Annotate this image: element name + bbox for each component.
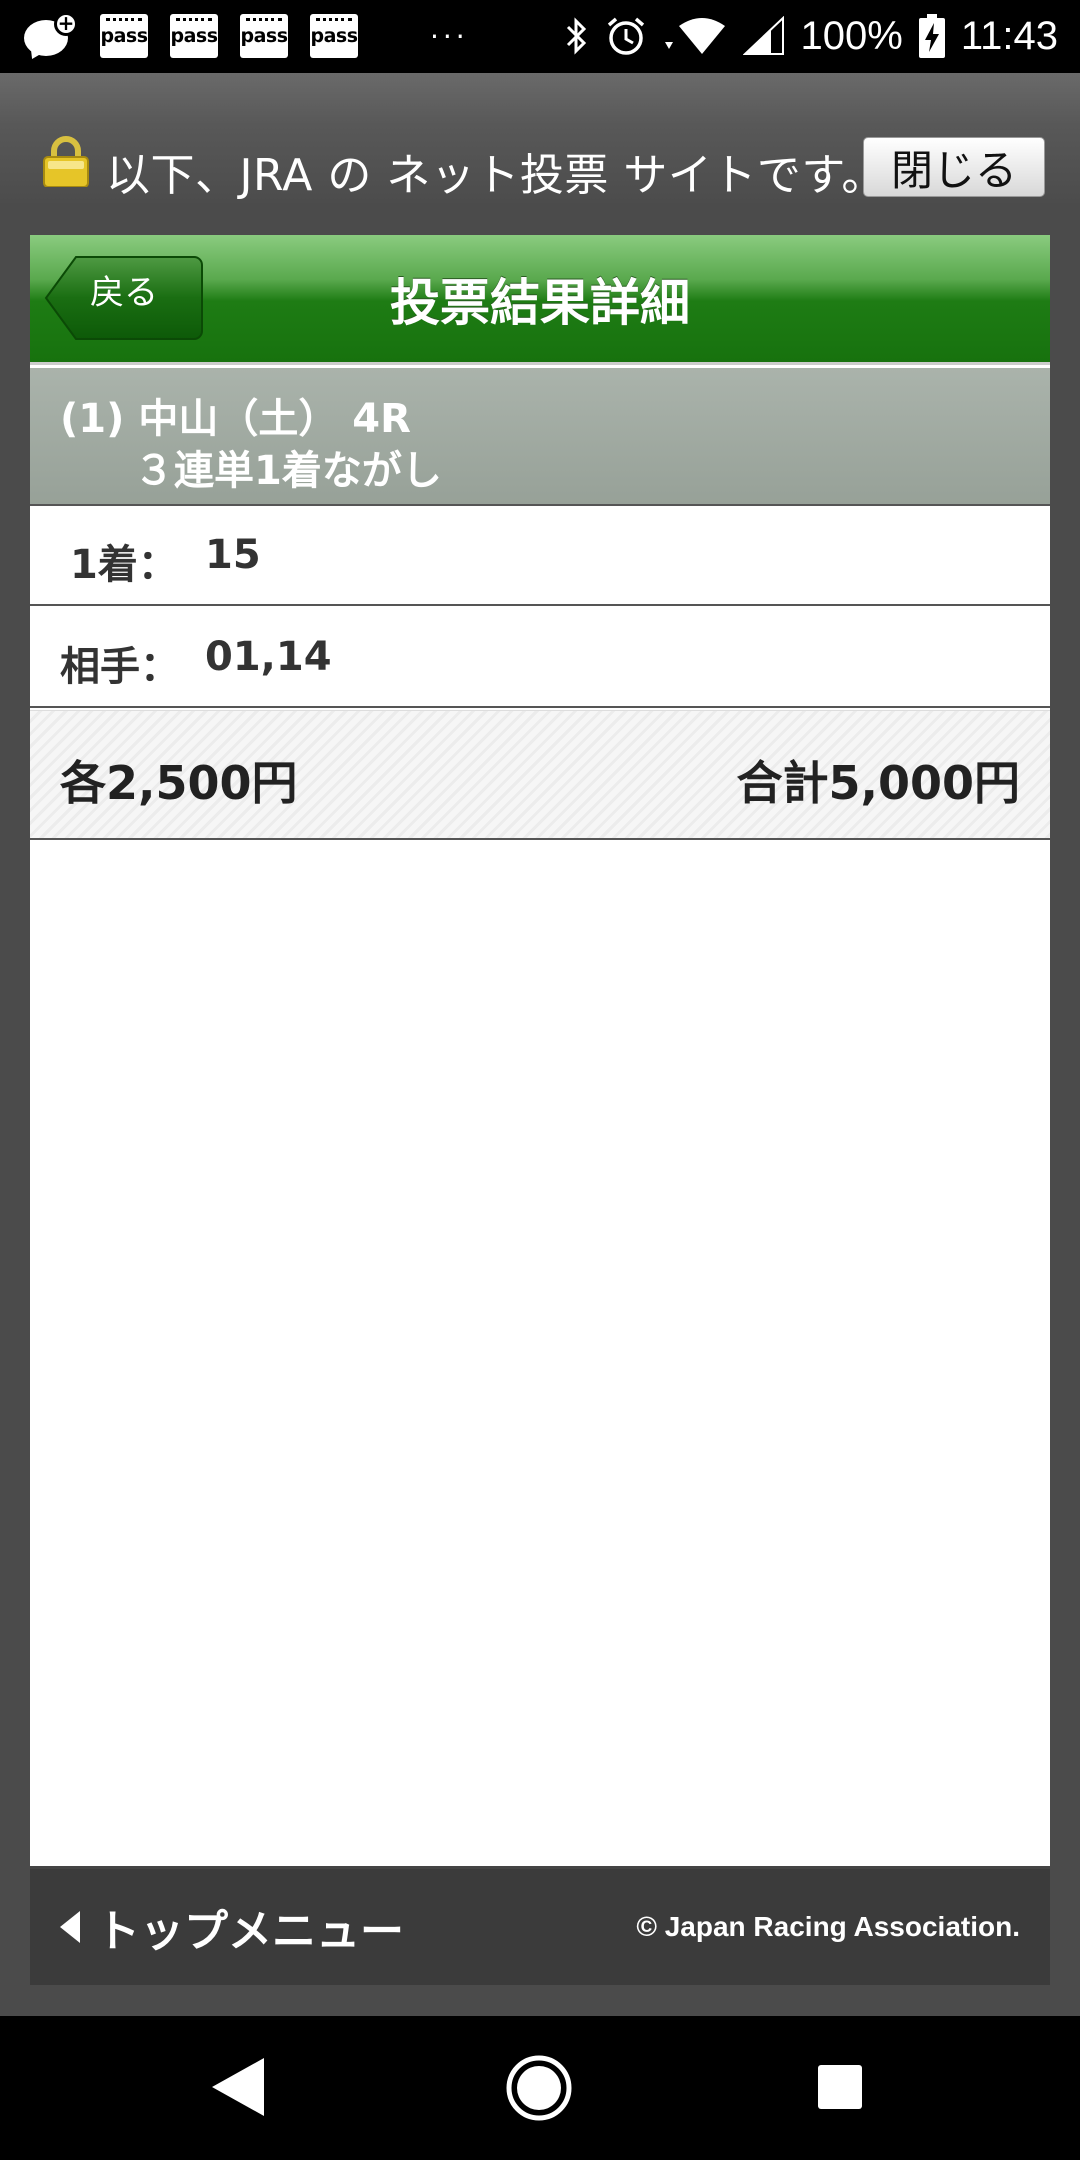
footer: トップメニュー © Japan Racing Association. xyxy=(30,1869,1050,1985)
status-bar-notifications: + pass pass pass pass ··· xyxy=(22,10,469,63)
first-place-value: 15 xyxy=(205,532,261,578)
bet-type: ３連単1着ながし xyxy=(134,448,442,494)
amount-total: 合計5,000円 xyxy=(736,756,1020,810)
clock: 11:43 xyxy=(960,13,1058,58)
first-place-row: 1着： 15 xyxy=(30,506,1050,606)
page-title: 投票結果詳細 xyxy=(390,274,690,332)
race-info-bar: (1) 中山（土） 4R ３連単1着ながし xyxy=(30,368,1050,506)
nav-home-icon[interactable] xyxy=(505,2054,573,2122)
bluetooth-icon xyxy=(566,17,586,55)
amount-row: 各2,500円 合計5,000円 xyxy=(30,710,1050,840)
top-menu-link[interactable]: トップメニュー xyxy=(58,1897,404,1957)
partner-value: 01,14 xyxy=(205,634,332,680)
copyright: © Japan Racing Association. xyxy=(636,1911,1020,1942)
status-bar-system: 100% 11:43 xyxy=(565,10,1058,62)
partner-label: 相手： xyxy=(60,644,180,690)
wifi-icon xyxy=(664,18,725,54)
nav-recent-apps-icon[interactable] xyxy=(817,2064,863,2110)
pass-app-icon: pass xyxy=(100,14,148,58)
pass-app-icon: pass xyxy=(240,14,288,58)
navigation-bar xyxy=(0,2016,1080,2160)
more-notifications-icon: ··· xyxy=(430,19,469,53)
partner-row: 相手： 01,14 xyxy=(30,608,1050,708)
amount-each: 各2,500円 xyxy=(60,756,298,810)
top-menu-label: トップメニュー xyxy=(96,1906,404,1957)
chat-add-icon: + xyxy=(22,12,78,63)
caret-left-icon xyxy=(60,1911,80,1943)
nav-back-icon[interactable] xyxy=(210,2056,266,2118)
close-button[interactable]: 閉じる xyxy=(863,137,1045,197)
alarm-icon xyxy=(607,17,644,55)
lock-icon xyxy=(43,136,89,187)
pass-app-icon: pass xyxy=(170,14,218,58)
banner-text: 以下、JRA の ネット投票 サイトです。 xyxy=(106,150,886,201)
battery-charging-icon xyxy=(918,14,945,58)
signal-icon xyxy=(742,16,784,55)
battery-percent: 100% xyxy=(800,13,903,58)
first-place-label: 1着： xyxy=(70,542,178,588)
title-bar: 戻る 投票結果詳細 xyxy=(30,235,1050,365)
race-name: (1) 中山（土） 4R xyxy=(60,396,411,442)
status-bar: + pass pass pass pass ··· 100% 11:43 xyxy=(0,0,1080,73)
main-card: 戻る 投票結果詳細 (1) 中山（土） 4R ３連単1着ながし 1着： 15 相… xyxy=(30,235,1050,1985)
external-site-banner: 以下、JRA の ネット投票 サイトです。 閉じる xyxy=(0,73,1080,203)
pass-app-icon: pass xyxy=(310,14,358,58)
